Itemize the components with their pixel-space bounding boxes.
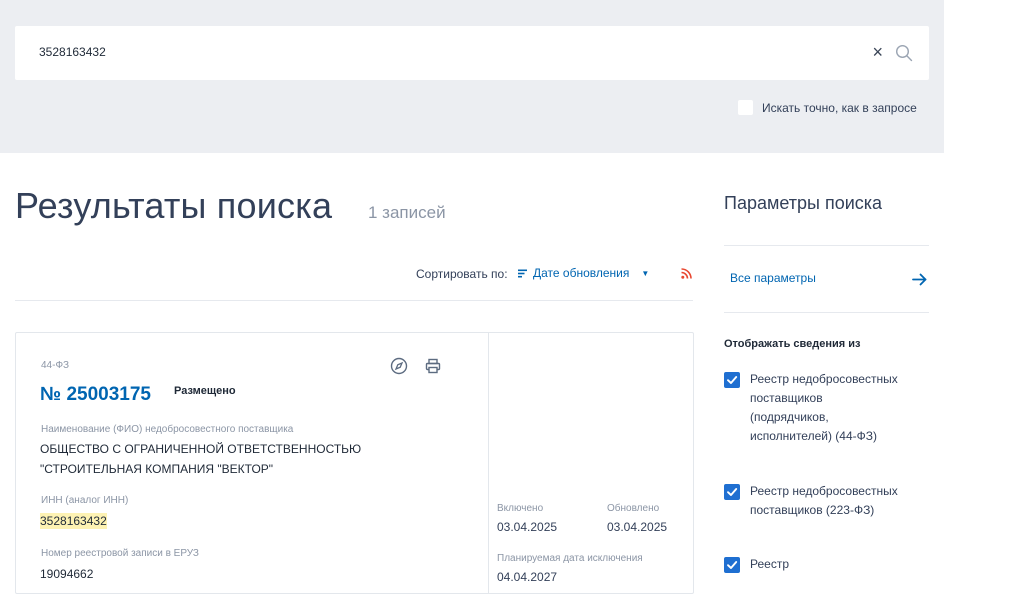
registry-223fz-checkbox[interactable] (724, 484, 740, 500)
planned-exclusion-date: 04.04.2027 (497, 570, 558, 584)
check-icon (727, 561, 738, 569)
registry-number-link[interactable]: № 25003175 (40, 384, 151, 406)
search-query[interactable]: 3528163432 (39, 45, 106, 59)
divider (724, 245, 929, 246)
sort-value[interactable]: Дате обновления (533, 266, 629, 280)
registry-44fz-checkbox[interactable] (724, 372, 740, 388)
eruz-label: Номер реестровой записи в ЕРУЗ (41, 548, 199, 559)
inn-value: 3528163432 (40, 511, 107, 531)
updated-label: Обновлено (607, 503, 660, 514)
divider (724, 312, 929, 313)
close-icon[interactable]: × (872, 40, 883, 64)
registry-third-label: Реестр (750, 557, 789, 571)
included-label: Включено (497, 503, 544, 514)
sidebar-title: Параметры поиска (724, 193, 883, 213)
arrow-right-icon[interactable] (911, 271, 928, 288)
supplier-name-line1: ОБЩЕСТВО С ОГРАНИЧЕННОЙ ОТВЕТСТВЕННОСТЬЮ (40, 442, 362, 456)
show-from-heading: Отображать сведения из (724, 338, 861, 350)
sort-label: Сортировать по: (416, 267, 508, 281)
eruz-value: 19094662 (40, 567, 94, 581)
results-count: 1 записей (368, 203, 446, 222)
status-badge: Размещено (174, 385, 236, 397)
sort-icon (518, 269, 527, 277)
search-panel: 3528163432 × Искать точно, как в запросе (0, 0, 944, 153)
chevron-down-icon[interactable]: ▼ (641, 269, 649, 278)
inn-highlight: 3528163432 (40, 513, 107, 529)
check-icon (727, 488, 738, 496)
supplier-name-line2: "СТРОИТЕЛЬНАЯ КОМПАНИЯ "ВЕКТОР" (40, 462, 274, 476)
exact-search-checkbox[interactable] (738, 100, 753, 115)
rss-icon[interactable] (681, 268, 692, 279)
check-icon (727, 376, 738, 384)
search-input[interactable]: 3528163432 × (15, 26, 929, 80)
law-tag: 44-ФЗ (41, 360, 70, 371)
compass-icon[interactable] (390, 357, 408, 375)
supplier-name-label: Наименование (ФИО) недобросовестного пос… (41, 424, 294, 435)
print-icon[interactable] (424, 357, 442, 375)
all-params-link[interactable]: Все параметры (730, 271, 816, 285)
updated-date: 03.04.2025 (607, 520, 668, 534)
exact-search-label: Искать точно, как в запросе (762, 101, 917, 115)
sort-dropdown[interactable]: Дате обновления ▼ (518, 266, 649, 280)
planned-exclusion-label: Планируемая дата исключения (497, 553, 643, 564)
registry-44fz-label: Реестр недобросовестных поставщиков (под… (750, 372, 898, 443)
card-divider (488, 333, 489, 593)
search-icon[interactable] (895, 44, 913, 62)
registry-third-checkbox[interactable] (724, 557, 740, 573)
page-title: Результаты поиска (15, 185, 333, 226)
registry-223fz-label: Реестр недобросовестных поставщиков (223… (750, 484, 898, 517)
divider (15, 300, 693, 301)
included-date: 03.04.2025 (497, 520, 558, 534)
inn-label: ИНН (аналог ИНН) (41, 495, 129, 506)
result-card: 44-ФЗ № 25003175 Размещено Наименование … (15, 332, 694, 594)
